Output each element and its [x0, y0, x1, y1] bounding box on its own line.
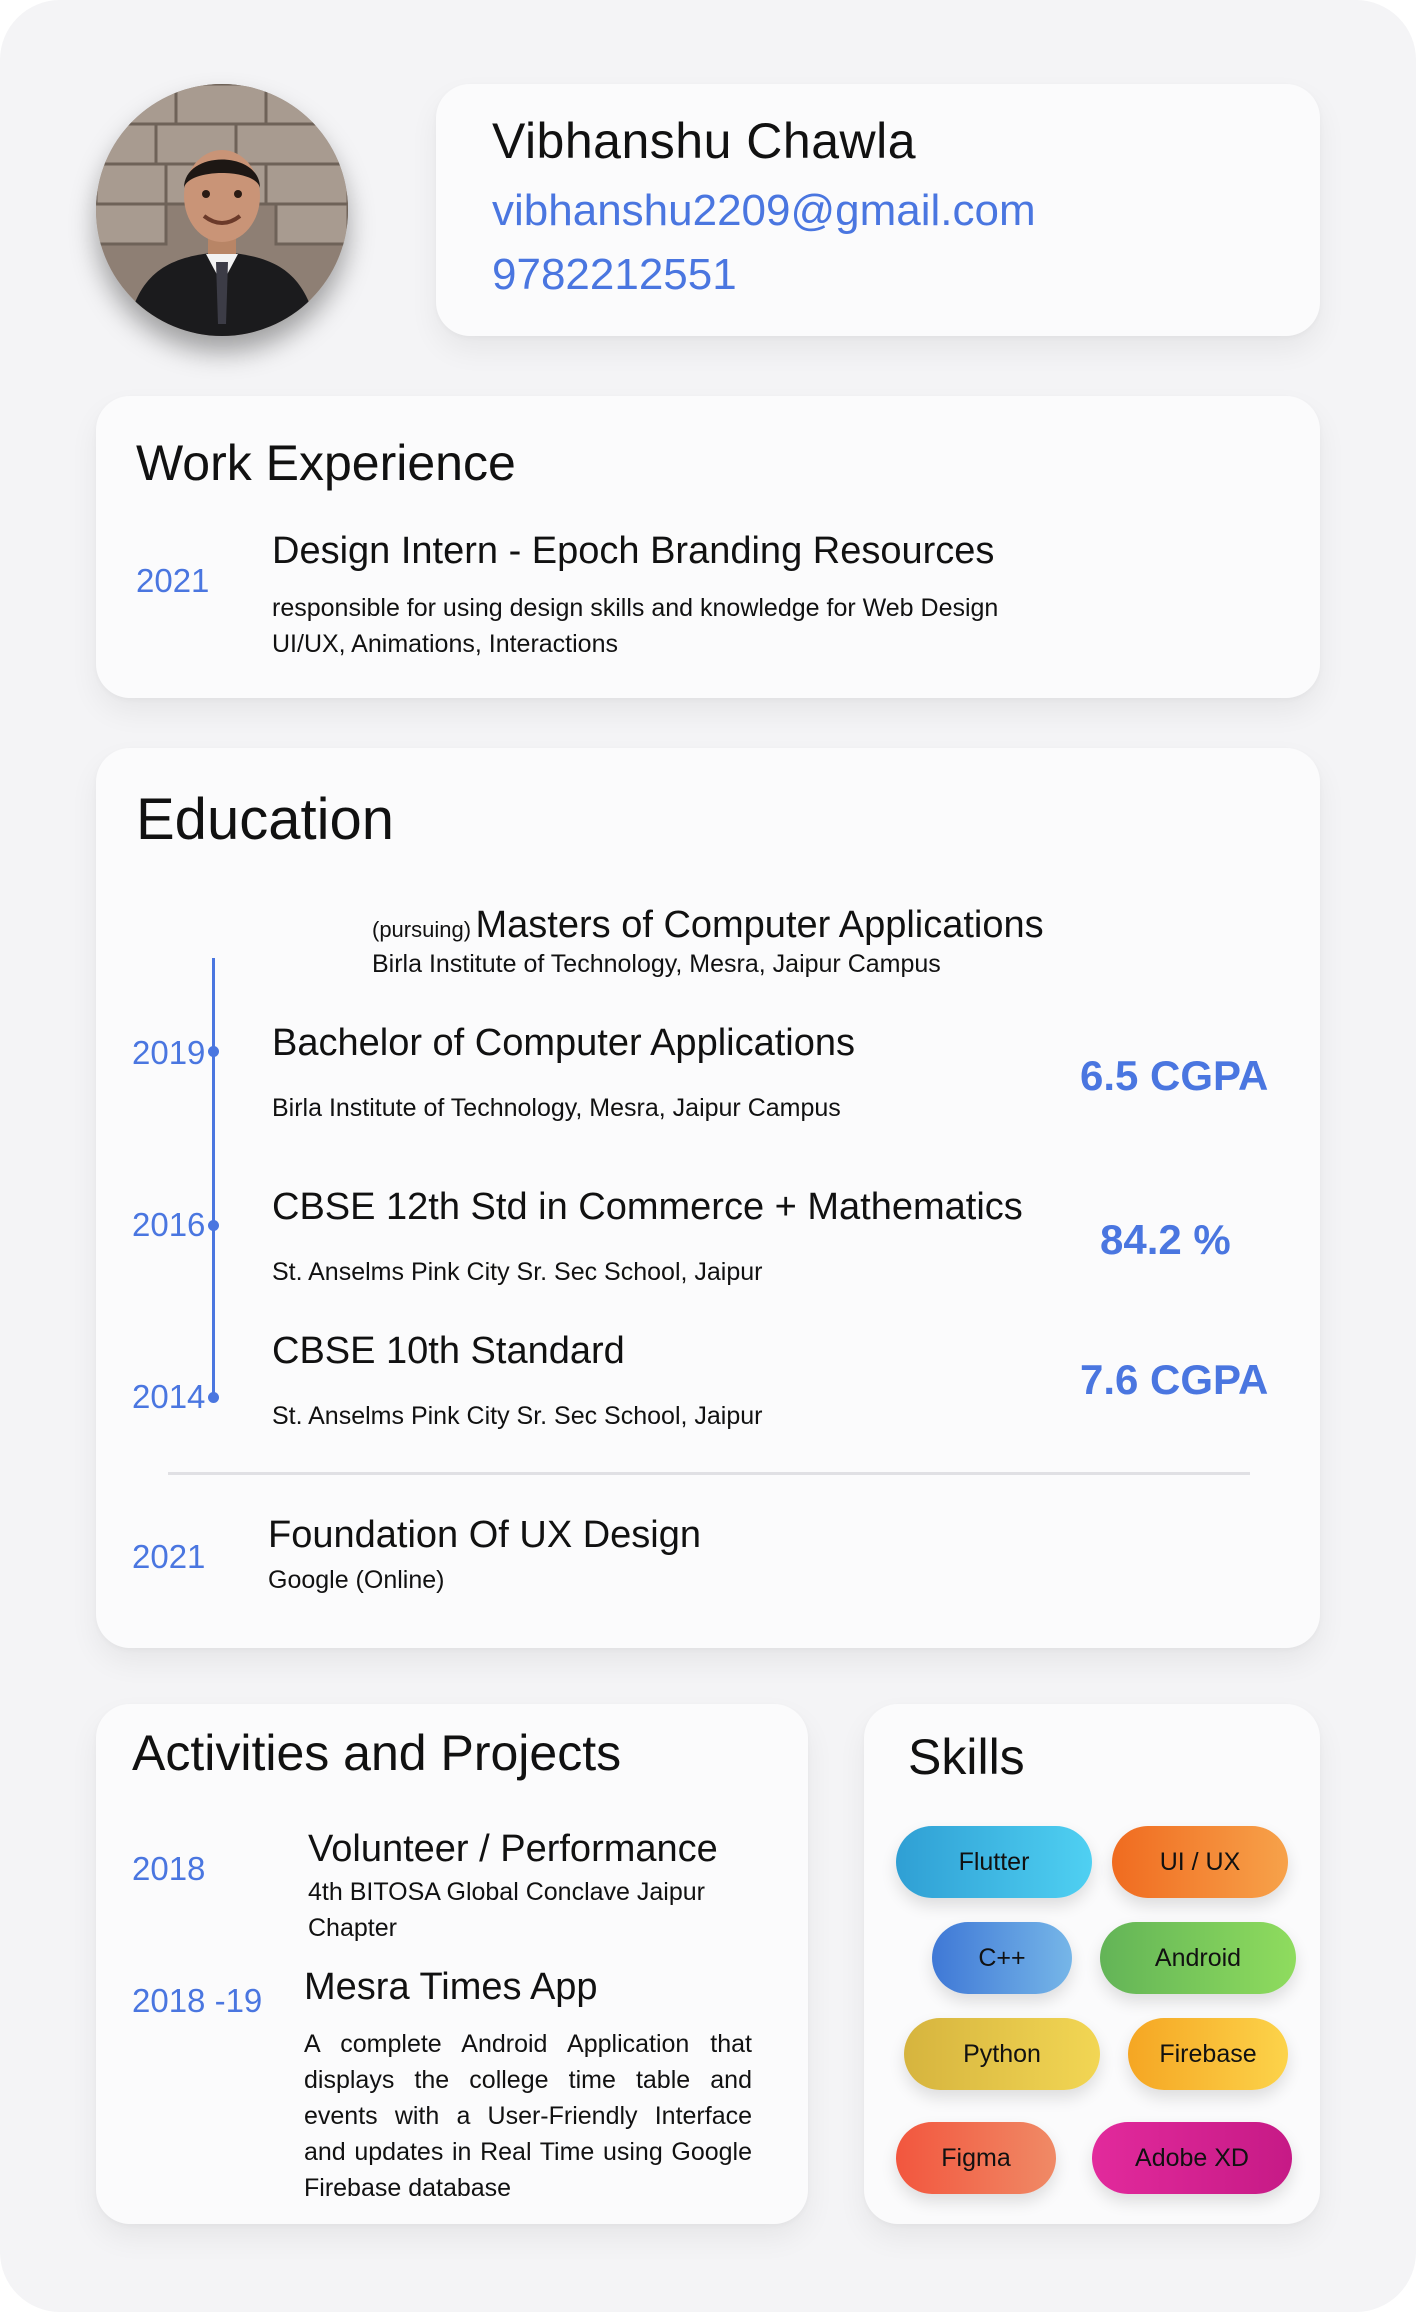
skill-pill-python: Python	[904, 2018, 1100, 2090]
education-degree: CBSE 10th Standard	[272, 1330, 625, 1372]
skills-title: Skills	[908, 1729, 1025, 1785]
profile-name: Vibhanshu Chawla	[492, 113, 917, 169]
skill-pill-flutter: Flutter	[896, 1826, 1092, 1898]
course-provider: Google (Online)	[268, 1566, 445, 1594]
pursuing-degree-row: (pursuing) Masters of Computer Applicati…	[372, 904, 1044, 947]
education-institute: Birla Institute of Technology, Mesra, Ja…	[272, 1094, 841, 1122]
education-year: 2016	[132, 1206, 206, 1243]
project-description: A complete Android Application that disp…	[304, 2030, 752, 2202]
education-year: 2014	[132, 1378, 206, 1415]
skill-pill-figma: Figma	[896, 2122, 1056, 2194]
timeline-dot	[208, 1220, 219, 1231]
profile-email[interactable]: vibhanshu2209@gmail.com	[492, 186, 1036, 236]
education-degree: Bachelor of Computer Applications	[272, 1022, 855, 1064]
project-year: 2018 -19	[132, 1982, 263, 2019]
work-description-line-2: UI/UX, Animations, Interactions	[272, 630, 618, 658]
pursuing-tag: (pursuing)	[372, 917, 472, 942]
education-title: Education	[136, 787, 394, 852]
education-grade: 7.6 CGPA	[1080, 1356, 1269, 1403]
activities-title: Activities and Projects	[132, 1725, 622, 1781]
work-role: Design Intern - Epoch Branding Resources	[272, 530, 995, 572]
skill-pill-firebase: Firebase	[1128, 2018, 1288, 2090]
timeline-dot	[208, 1046, 219, 1057]
activity-title: Volunteer / Performance	[308, 1828, 718, 1870]
work-experience-title: Work Experience	[136, 435, 516, 491]
pursuing-institute: Birla Institute of Technology, Mesra, Ja…	[372, 950, 941, 978]
activity-description: 4th BITOSA Global Conclave Jaipur Chapte…	[308, 1878, 705, 1942]
pursuing-degree: Masters of Computer Applications	[475, 904, 1044, 946]
education-institute: St. Anselms Pink City Sr. Sec School, Ja…	[272, 1258, 763, 1286]
education-year: 2019	[132, 1034, 206, 1071]
education-degree: CBSE 12th Std in Commerce + Mathematics	[272, 1186, 1023, 1228]
course-year: 2021	[132, 1538, 206, 1575]
education-grade: 6.5 CGPA	[1080, 1052, 1269, 1099]
education-institute: St. Anselms Pink City Sr. Sec School, Ja…	[272, 1402, 763, 1430]
skill-pill-ui-ux: UI / UX	[1112, 1826, 1288, 1898]
work-year: 2021	[136, 562, 210, 599]
skill-pill-adobe-xd: Adobe XD	[1092, 2122, 1292, 2194]
timeline-dot	[208, 1392, 219, 1403]
education-timeline	[212, 958, 215, 1398]
education-divider	[168, 1472, 1250, 1475]
resume-page: Vibhanshu Chawla vibhanshu2209@gmail.com…	[0, 0, 1416, 2312]
skill-pill-cpp: C++	[932, 1922, 1072, 1994]
project-title: Mesra Times App	[304, 1966, 598, 2008]
course-title: Foundation Of UX Design	[268, 1514, 702, 1556]
profile-phone[interactable]: 9782212551	[492, 250, 737, 300]
profile-photo	[96, 84, 348, 336]
work-description-line-1: responsible for using design skills and …	[272, 594, 999, 622]
skill-pill-android: Android	[1100, 1922, 1296, 1994]
education-grade: 84.2 %	[1100, 1216, 1231, 1263]
activity-year: 2018	[132, 1850, 206, 1887]
